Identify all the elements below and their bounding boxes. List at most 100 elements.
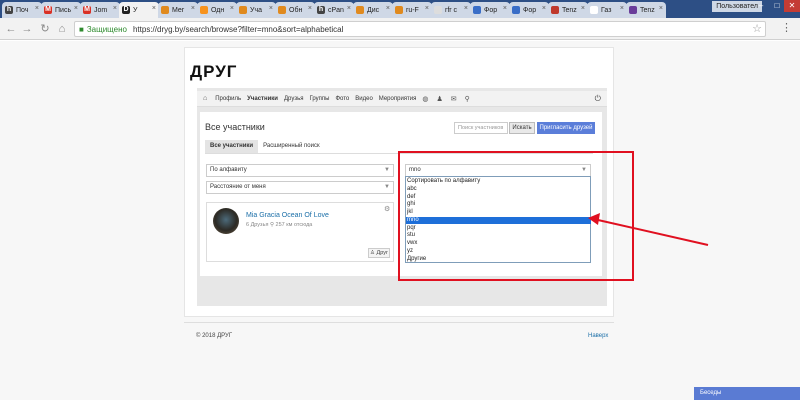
sort-select[interactable]: По алфавиту ▼	[206, 164, 394, 177]
tab-title: Мег	[172, 6, 185, 14]
tab-favicon-icon: M	[44, 6, 52, 14]
tab-close-icon[interactable]: ×	[347, 5, 351, 12]
tab-title: Обн	[289, 6, 303, 14]
tab-close-icon[interactable]: ×	[35, 5, 39, 12]
nav-item[interactable]: Друзья	[284, 96, 303, 102]
tab-favicon-icon	[278, 6, 286, 14]
secure-label: Защищено	[86, 24, 127, 34]
chat-label: Беседы	[700, 390, 722, 396]
browser-tab[interactable]: h cPan ×	[314, 2, 354, 18]
tab-favicon-icon: M	[83, 6, 91, 14]
nav-item[interactable]: Фото	[335, 96, 349, 102]
back-to-top-link[interactable]: Наверх	[588, 333, 608, 339]
chat-bar[interactable]: Беседы	[694, 387, 800, 400]
window-close-icon[interactable]: ✕	[784, 0, 800, 12]
tab-close-icon[interactable]: ×	[230, 5, 234, 12]
tab-title: У	[133, 6, 138, 14]
browser-tab[interactable]: Мег ×	[158, 2, 198, 18]
browser-tab[interactable]: rfr с ×	[431, 2, 471, 18]
tab-all-members[interactable]: Все участники	[205, 140, 259, 153]
invite-friends-button[interactable]: Пригласить друзей	[537, 122, 595, 134]
tab-close-icon[interactable]: ×	[503, 5, 507, 12]
tab-close-icon[interactable]: ×	[581, 5, 585, 12]
browser-tab[interactable]: Tenz ×	[626, 2, 666, 18]
tab-favicon-icon	[473, 6, 481, 14]
member-search-input[interactable]: Поиск участников	[454, 122, 508, 134]
user-icon: ♙	[370, 250, 375, 256]
browser-tab[interactable]: Фор ×	[470, 2, 510, 18]
tab-close-icon[interactable]: ×	[152, 5, 156, 12]
nav-item[interactable]: Группы	[309, 96, 329, 102]
tab-favicon-icon	[434, 6, 442, 14]
tab-close-icon[interactable]: ×	[113, 5, 117, 12]
friend-button-label: Друг	[376, 250, 388, 256]
annotation-highlight-box	[398, 151, 634, 281]
forward-icon[interactable]: →	[20, 22, 34, 36]
nav-item[interactable]: Видео	[355, 96, 373, 102]
distance-text: 257 км отсюда	[275, 222, 313, 228]
tab-close-icon[interactable]: ×	[74, 5, 78, 12]
tab-favicon-icon	[512, 6, 520, 14]
browser-tab[interactable]: h Поч ×	[2, 2, 42, 18]
site-logo-title[interactable]: ДРУГ	[190, 62, 237, 82]
tab-close-icon[interactable]: ×	[425, 5, 429, 12]
tab-close-icon[interactable]: ×	[464, 5, 468, 12]
tab-advanced-search[interactable]: Расширенный поиск	[258, 140, 325, 153]
tab-close-icon[interactable]: ×	[542, 5, 546, 12]
browser-menu-icon[interactable]: ⋮	[781, 21, 792, 34]
gear-icon[interactable]: ⚙	[384, 205, 390, 213]
bookmark-star-icon[interactable]: ☆	[752, 22, 762, 35]
search-button[interactable]: Искать	[509, 122, 535, 134]
browser-tab[interactable]: Обн ×	[275, 2, 315, 18]
distance-select-value: Расстояние от меня	[210, 184, 266, 190]
browser-tab[interactable]: M Jom ×	[80, 2, 120, 18]
tab-favicon-icon	[629, 6, 637, 14]
back-icon[interactable]: ←	[4, 22, 18, 36]
address-bar[interactable]: ■ Защищено https://dryg.by/search/browse…	[74, 21, 766, 37]
tab-close-icon[interactable]: ×	[269, 5, 273, 12]
tab-close-icon[interactable]: ×	[620, 5, 624, 12]
tab-title: Уча	[250, 6, 262, 14]
browser-tab[interactable]: Одн ×	[197, 2, 237, 18]
tab-favicon-icon: D	[122, 6, 130, 14]
distance-select[interactable]: Расстояние от меня ▼	[206, 181, 394, 194]
power-icon[interactable]: ⏻	[595, 94, 601, 104]
browser-tab[interactable]: Уча ×	[236, 2, 276, 18]
tab-close-icon[interactable]: ×	[659, 5, 663, 12]
browser-tab[interactable]: ru-F ×	[392, 2, 432, 18]
browser-tab[interactable]: Газ ×	[587, 2, 627, 18]
search-icon[interactable]: ⚲	[465, 95, 470, 103]
friends-count: 6 Друзья	[246, 222, 269, 228]
url-text[interactable]: https://dryg.by/search/browse?filter=mno…	[133, 25, 343, 34]
browser-tab[interactable]: Tenz ×	[548, 2, 588, 18]
browser-tab[interactable]: D У ×	[119, 2, 159, 18]
minimize-icon[interactable]: –	[754, 0, 768, 12]
maximize-icon[interactable]: □	[770, 0, 784, 12]
nav-item[interactable]: Участники	[247, 96, 278, 102]
tab-close-icon[interactable]: ×	[308, 5, 312, 12]
home-icon[interactable]: ⌂	[55, 22, 69, 36]
tab-favicon-icon: h	[5, 6, 13, 14]
browser-tab[interactable]: M Пись ×	[41, 2, 81, 18]
browser-tab[interactable]: Дис ×	[353, 2, 393, 18]
user-add-icon[interactable]: ♟	[437, 95, 443, 103]
friend-button[interactable]: ♙ Друг	[368, 248, 390, 258]
nav-item[interactable]: Профиль	[215, 96, 241, 102]
tab-favicon-icon	[590, 6, 598, 14]
tab-title: Одн	[211, 6, 225, 14]
mail-icon[interactable]: ✉	[451, 95, 457, 103]
sort-select-value: По алфавиту	[210, 167, 247, 173]
tab-close-icon[interactable]: ×	[191, 5, 195, 12]
tab-favicon-icon: h	[317, 6, 325, 14]
tab-close-icon[interactable]: ×	[386, 5, 390, 12]
avatar[interactable]	[213, 208, 239, 234]
reload-icon[interactable]: ↻	[38, 22, 52, 36]
tab-title: Газ	[601, 6, 612, 14]
member-name-link[interactable]: Mia Gracia Ocean Of Love	[246, 212, 329, 219]
browser-tab-strip: h Поч × M Пись × M Jom × D У × Мег × Одн × Уча × Обн × h cPan…	[0, 0, 800, 18]
nav-item[interactable]: Мероприятия	[379, 96, 417, 102]
tab-title: Дис	[367, 6, 380, 14]
globe-icon[interactable]: ◍	[422, 95, 428, 103]
browser-tab[interactable]: Фор ×	[509, 2, 549, 18]
home-nav-icon[interactable]: ⌂	[203, 95, 207, 102]
